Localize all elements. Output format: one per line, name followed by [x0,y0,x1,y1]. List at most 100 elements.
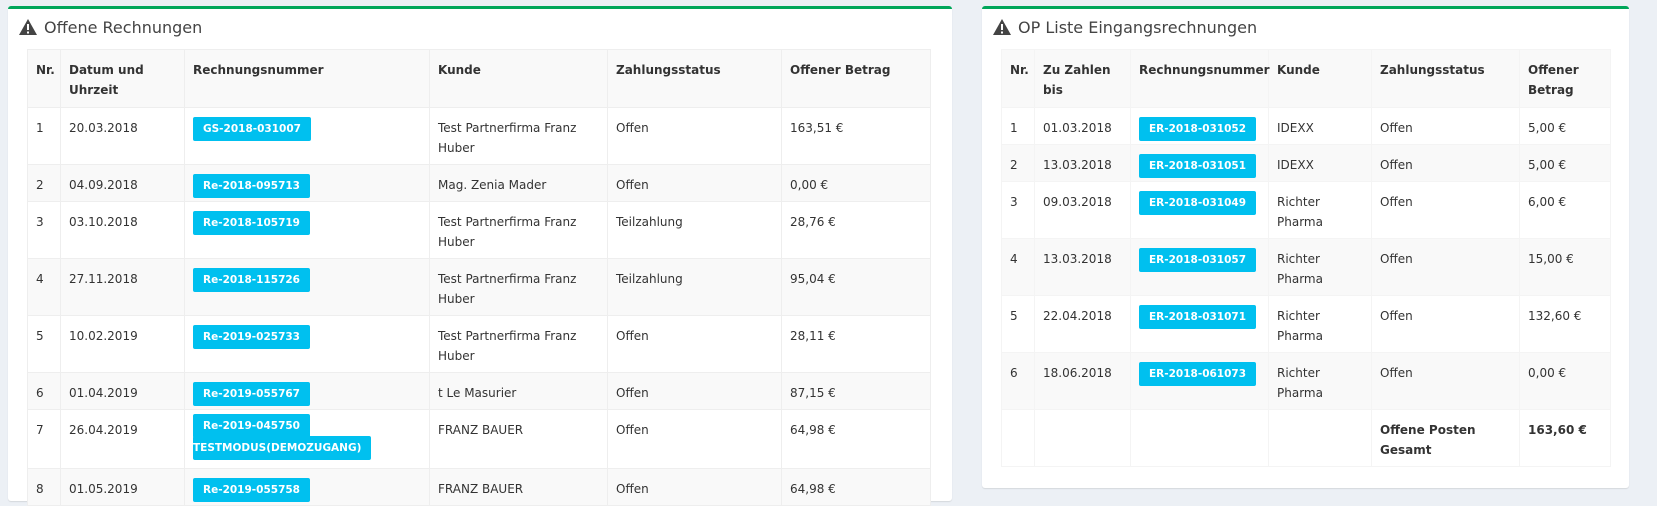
op-liste-panel: OP Liste Eingangsrechnungen Nr. Zu Zahle… [982,6,1629,488]
offene-rechnungen-panel: Offene Rechnungen Nr. Datum und Uhrzeit … [8,6,952,506]
col-header-rechnungsnummer: Rechnungsnummer [1130,49,1270,108]
warning-icon [19,19,37,35]
table-header-row: Nr. Datum und Uhrzeit Rechnungsnummer Ku… [27,49,931,108]
incoming-invoices-table: Nr. Zu Zahlen bis Rechnungsnummer Kunde … [1001,49,1611,467]
invoice-number-badge[interactable]: ER-2018-031057 [1139,248,1257,272]
invoice-number-badge[interactable]: Re-2018-095713 [193,174,310,198]
cell-kunde: IDEXX [1268,144,1372,182]
col-header-zu-zahlen-bis: Zu Zahlen bis [1034,49,1131,108]
col-header-betrag: Offener Betrag [1519,49,1611,108]
cell-nr: 2 [27,164,61,202]
invoice-number-badge[interactable]: ER-2018-061073 [1139,362,1257,386]
cell-kunde: Mag. Zenia Mader [429,164,608,202]
col-header-rechnungsnummer: Rechnungsnummer [184,49,430,108]
invoice-number-badge[interactable]: Re-2019-055767 [193,382,310,406]
cell-betrag: 28,11 € [781,315,931,373]
table-row: 6 18.06.2018 ER-2018-061073 Richter Phar… [1001,352,1611,410]
cell-betrag: 5,00 € [1519,144,1611,182]
cell-status: Offen [607,372,782,410]
total-row: Offene Posten Gesamt 163,60 € [1001,409,1611,467]
panel-body: Nr. Datum und Uhrzeit Rechnungsnummer Ku… [27,49,931,506]
table-row: 4 13.03.2018 ER-2018-031057 Richter Phar… [1001,238,1611,296]
cell-status: Offen [1371,238,1520,296]
cell-datum: 22.04.2018 [1034,295,1131,353]
invoice-number-badge[interactable]: Re-2018-105719 [193,211,310,235]
table-row: 3 03.10.2018 Re-2018-105719 Test Partner… [27,201,931,259]
invoice-number-badge[interactable]: Re-2018-115726 [193,268,310,292]
cell-datum: 01.03.2018 [1034,107,1131,145]
cell-status: Offen [1371,107,1520,145]
cell-kunde: FRANZ BAUER [429,468,608,506]
cell-datum: 03.10.2018 [60,201,185,259]
cell-betrag: 0,00 € [1519,352,1611,410]
invoice-number-badge[interactable]: Re-2019-025733 [193,325,310,349]
cell-kunde: IDEXX [1268,107,1372,145]
col-header-kunde: Kunde [1268,49,1372,108]
cell-betrag: 64,98 € [781,409,931,469]
invoice-number-badge[interactable]: ER-2018-031052 [1139,117,1257,141]
panel-title: OP Liste Eingangsrechnungen [1018,17,1258,37]
cell-nr: 3 [1001,181,1035,239]
table-row: 5 22.04.2018 ER-2018-031071 Richter Phar… [1001,295,1611,353]
cell-kunde: Richter Pharma [1268,238,1372,296]
cell-betrag: 5,00 € [1519,107,1611,145]
cell-datum: 20.03.2018 [60,107,185,165]
cell-kunde: Test Partnerfirma Franz Huber [429,258,608,316]
cell-status: Offen [1371,181,1520,239]
cell-kunde: Test Partnerfirma Franz Huber [429,315,608,373]
table-header-row: Nr. Zu Zahlen bis Rechnungsnummer Kunde … [1001,49,1611,108]
cell-nr: 8 [27,468,61,506]
cell-status: Offen [1371,295,1520,353]
cell-betrag: 15,00 € [1519,238,1611,296]
cell-nr: 6 [1001,352,1035,410]
table-row: 2 04.09.2018 Re-2018-095713 Mag. Zenia M… [27,164,931,202]
table-row: 7 26.04.2019 Re-2019-045750 TESTMODUS(DE… [27,409,931,469]
invoice-badge-stack: Re-2019-045750 TESTMODUS(DEMOZUGANG) [193,414,421,468]
cell-kunde: Richter Pharma [1268,352,1372,410]
cell-nr: 6 [27,372,61,410]
cell-datum: 13.03.2018 [1034,144,1131,182]
cell-nr: 7 [27,409,61,469]
testmodus-badge[interactable]: TESTMODUS(DEMOZUGANG) [193,436,372,460]
cell-betrag: 163,51 € [781,107,931,165]
cell-kunde: Richter Pharma [1268,181,1372,239]
table-row: 5 10.02.2019 Re-2019-025733 Test Partner… [27,315,931,373]
table-row: 1 20.03.2018 GS-2018-031007 Test Partner… [27,107,931,165]
warning-icon [993,19,1011,35]
invoice-number-badge[interactable]: Re-2019-045750 [193,414,310,438]
cell-betrag: 132,60 € [1519,295,1611,353]
cell-status: Offen [607,468,782,506]
cell-datum: 01.05.2019 [60,468,185,506]
table-row: 6 01.04.2019 Re-2019-055767 t Le Masurie… [27,372,931,410]
invoice-number-badge[interactable]: GS-2018-031007 [193,117,311,141]
col-header-kunde: Kunde [429,49,608,108]
cell-nr: 4 [27,258,61,316]
cell-betrag: 28,76 € [781,201,931,259]
cell-betrag: 95,04 € [781,258,931,316]
cell-betrag: 64,98 € [781,468,931,506]
invoice-number-badge[interactable]: ER-2018-031051 [1139,154,1257,178]
col-header-nr: Nr. [27,49,61,108]
cell-nr: 5 [1001,295,1035,353]
cell-kunde: Richter Pharma [1268,295,1372,353]
cell-kunde: Test Partnerfirma Franz Huber [429,107,608,165]
cell-status: Teilzahlung [607,201,782,259]
cell-datum: 27.11.2018 [60,258,185,316]
col-header-zahlungsstatus: Zahlungsstatus [607,49,782,108]
table-row: 4 27.11.2018 Re-2018-115726 Test Partner… [27,258,931,316]
panel-header: Offene Rechnungen [8,9,952,45]
cell-status: Offen [607,164,782,202]
cell-datum: 10.02.2019 [60,315,185,373]
cell-nr: 5 [27,315,61,373]
invoice-number-badge[interactable]: ER-2018-031071 [1139,305,1257,329]
invoice-number-badge[interactable]: ER-2018-031049 [1139,191,1257,215]
cell-status: Offen [607,409,782,469]
col-header-nr: Nr. [1001,49,1035,108]
cell-betrag: 0,00 € [781,164,931,202]
cell-status: Offen [607,315,782,373]
table-row: 3 09.03.2018 ER-2018-031049 Richter Phar… [1001,181,1611,239]
cell-kunde: t Le Masurier [429,372,608,410]
col-header-zahlungsstatus: Zahlungsstatus [1371,49,1520,108]
invoice-number-badge[interactable]: Re-2019-055758 [193,478,310,502]
cell-kunde: Test Partnerfirma Franz Huber [429,201,608,259]
